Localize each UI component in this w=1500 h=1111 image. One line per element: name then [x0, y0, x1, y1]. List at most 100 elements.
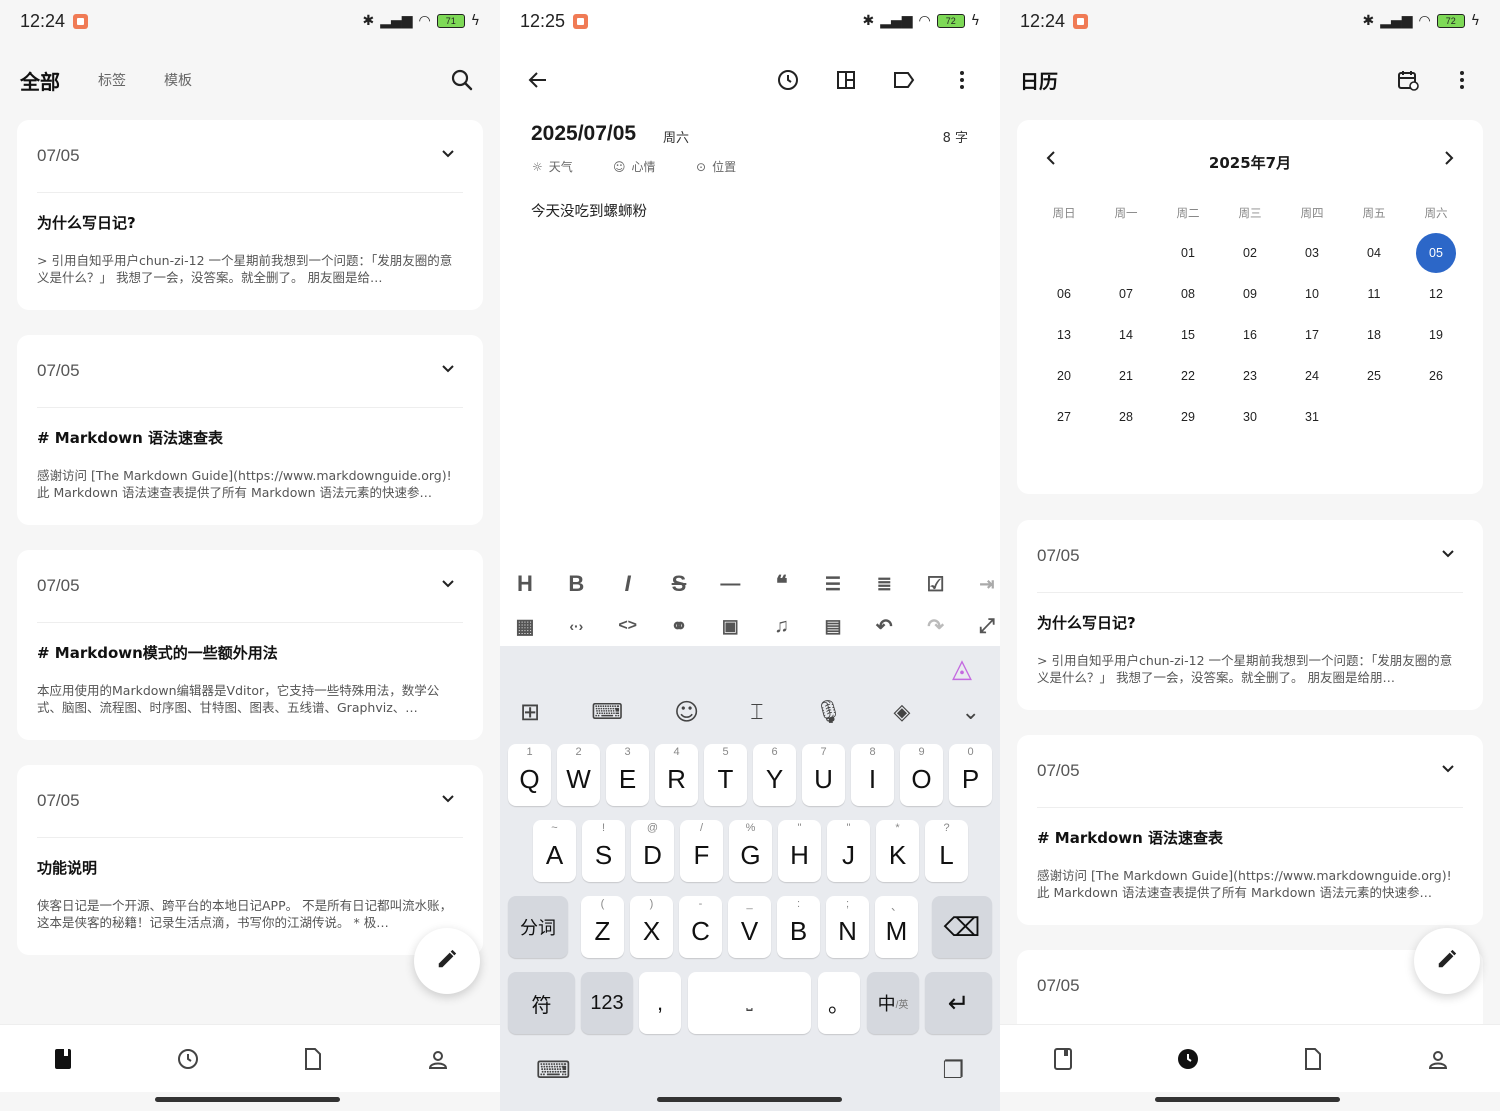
calendar-day[interactable]: 28	[1095, 397, 1157, 438]
diary-card[interactable]: 07/05 # Markdown模式的一些额外用法 本应用使用的Markdown…	[17, 550, 483, 740]
key-i[interactable]: 8I	[851, 744, 894, 806]
skin-icon[interactable]: ◈	[894, 700, 911, 725]
new-entry-button[interactable]	[1414, 928, 1480, 994]
key-x[interactable]: ) X	[630, 896, 673, 958]
nav-history-icon[interactable]	[1170, 1041, 1206, 1077]
nav-profile-icon[interactable]	[420, 1041, 456, 1077]
diary-card[interactable]: 07/05 为什么写日记? > 引用自知乎用户chun-zi-12 一个星期前我…	[1017, 520, 1483, 710]
chevron-down-icon[interactable]	[1441, 759, 1455, 778]
diary-card[interactable]: 07/05 为什么写日记? > 引用自知乎用户chun-zi-12 一个星期前我…	[17, 120, 483, 310]
key-h[interactable]: " H	[778, 820, 821, 882]
calendar-day-selected[interactable]: 05	[1405, 232, 1467, 273]
calendar-day[interactable]: 10	[1281, 273, 1343, 314]
more-vert-icon[interactable]	[1444, 62, 1480, 98]
comma-key[interactable]: ,	[639, 972, 681, 1034]
weather-button[interactable]: ☼ 天气	[532, 158, 573, 175]
key-p[interactable]: 0P	[949, 744, 992, 806]
chevron-down-icon[interactable]	[1441, 544, 1455, 563]
search-icon[interactable]	[444, 62, 480, 98]
nav-history-icon[interactable]	[170, 1041, 206, 1077]
more-vert-icon[interactable]	[944, 62, 980, 98]
bullet-list-icon[interactable]: ☰	[821, 572, 845, 596]
redo-icon[interactable]: ↷	[924, 614, 948, 638]
calendar-day[interactable]: 14	[1095, 314, 1157, 355]
keyboard-layout-icon[interactable]: ⌨	[591, 700, 623, 725]
key-z[interactable]: (Z	[581, 896, 624, 958]
key-g[interactable]: % G	[729, 820, 772, 882]
key-s[interactable]: ! S	[582, 820, 625, 882]
nav-profile-icon[interactable]	[1420, 1041, 1456, 1077]
home-indicator[interactable]	[657, 1097, 842, 1102]
diary-card[interactable]: 07/05 # Markdown 语法速查表 感谢访问 [The Markdow…	[17, 335, 483, 525]
tab-templates[interactable]: 模板	[164, 70, 192, 90]
calendar-day[interactable]: 29	[1157, 397, 1219, 438]
calendar-day[interactable]: 15	[1157, 314, 1219, 355]
calendar-day[interactable]: 04	[1343, 232, 1405, 273]
key-v[interactable]: _ V	[728, 896, 771, 958]
language-key[interactable]: 中/英	[867, 972, 919, 1034]
image-icon[interactable]: ▣	[718, 614, 742, 638]
nav-diary-icon[interactable]	[1045, 1041, 1081, 1077]
key-b[interactable]: :B	[777, 896, 820, 958]
tab-all[interactable]: 全部	[20, 66, 60, 95]
calendar-day[interactable]: 02	[1219, 232, 1281, 273]
calendar-day[interactable]: 27	[1033, 397, 1095, 438]
nav-diary-icon[interactable]	[45, 1041, 81, 1077]
microphone-icon[interactable]: 🎙	[814, 700, 842, 725]
back-arrow-icon[interactable]	[520, 62, 556, 98]
video-icon[interactable]: ▤	[821, 614, 845, 638]
emoji-icon[interactable]: ☺	[674, 698, 699, 726]
calendar-day[interactable]: 03	[1281, 232, 1343, 273]
key-r[interactable]: 4R	[655, 744, 698, 806]
link-icon[interactable]: ⚭	[667, 614, 691, 638]
calendar-day[interactable]: 12	[1405, 273, 1467, 314]
calendar-day[interactable]: 25	[1343, 356, 1405, 397]
fullscreen-icon[interactable]: ⤢	[975, 614, 999, 638]
calendar-day[interactable]: 24	[1281, 356, 1343, 397]
home-indicator[interactable]	[155, 1097, 340, 1102]
key-o[interactable]: 9O	[900, 744, 943, 806]
calendar-day[interactable]: 11	[1343, 273, 1405, 314]
calendar-day[interactable]: 09	[1219, 273, 1281, 314]
nav-document-icon[interactable]	[1295, 1041, 1331, 1077]
numbers-key[interactable]: 123	[581, 972, 633, 1034]
key-w[interactable]: 2W	[557, 744, 600, 806]
key-l[interactable]: ? L	[925, 820, 968, 882]
calendar-day[interactable]: 08	[1157, 273, 1219, 314]
layout-icon[interactable]	[828, 62, 864, 98]
calendar-day[interactable]: 19	[1405, 314, 1467, 355]
key-j[interactable]: " J	[827, 820, 870, 882]
undo-icon[interactable]: ↶	[872, 614, 896, 638]
symbols-key[interactable]: 符	[508, 972, 575, 1034]
tab-tags[interactable]: 标签	[98, 70, 126, 90]
space-key[interactable]: ⎵	[688, 972, 811, 1034]
chevron-down-icon[interactable]	[441, 789, 455, 808]
key-u[interactable]: 7U	[802, 744, 845, 806]
key-d[interactable]: @ D	[631, 820, 674, 882]
ai-assistant-icon[interactable]: ◬	[952, 654, 972, 684]
key-n[interactable]: ; N	[826, 896, 869, 958]
key-m[interactable]: 、 M	[875, 896, 918, 958]
key-t[interactable]: 5T	[704, 744, 747, 806]
indent-icon[interactable]: ⇥	[975, 572, 999, 596]
collapse-keyboard-icon[interactable]: ⌄	[962, 700, 980, 725]
calendar-day[interactable]: 16	[1219, 314, 1281, 355]
period-key[interactable]: 。	[818, 972, 860, 1034]
key-y[interactable]: 6Y	[753, 744, 796, 806]
nav-document-icon[interactable]	[295, 1041, 331, 1077]
chevron-down-icon[interactable]	[441, 359, 455, 378]
key-k[interactable]: * K	[876, 820, 919, 882]
calendar-day[interactable]: 22	[1157, 356, 1219, 397]
code-block-icon[interactable]: <>	[616, 614, 640, 638]
diary-card[interactable]: 07/05 # Markdown 语法速查表 感谢访问 [The Markdow…	[1017, 735, 1483, 925]
quote-icon[interactable]: ❝	[770, 571, 794, 596]
bold-icon[interactable]: B	[564, 571, 588, 596]
key-c[interactable]: -C	[679, 896, 722, 958]
italic-icon[interactable]: I	[616, 571, 640, 596]
clipboard-icon[interactable]: ❐	[942, 1056, 964, 1084]
calendar-day[interactable]: 23	[1219, 356, 1281, 397]
ordered-list-icon[interactable]: ≣	[872, 572, 896, 596]
enter-key[interactable]: ↵	[925, 972, 992, 1034]
key-f[interactable]: / F	[680, 820, 723, 882]
key-a[interactable]: ~ A	[533, 820, 576, 882]
